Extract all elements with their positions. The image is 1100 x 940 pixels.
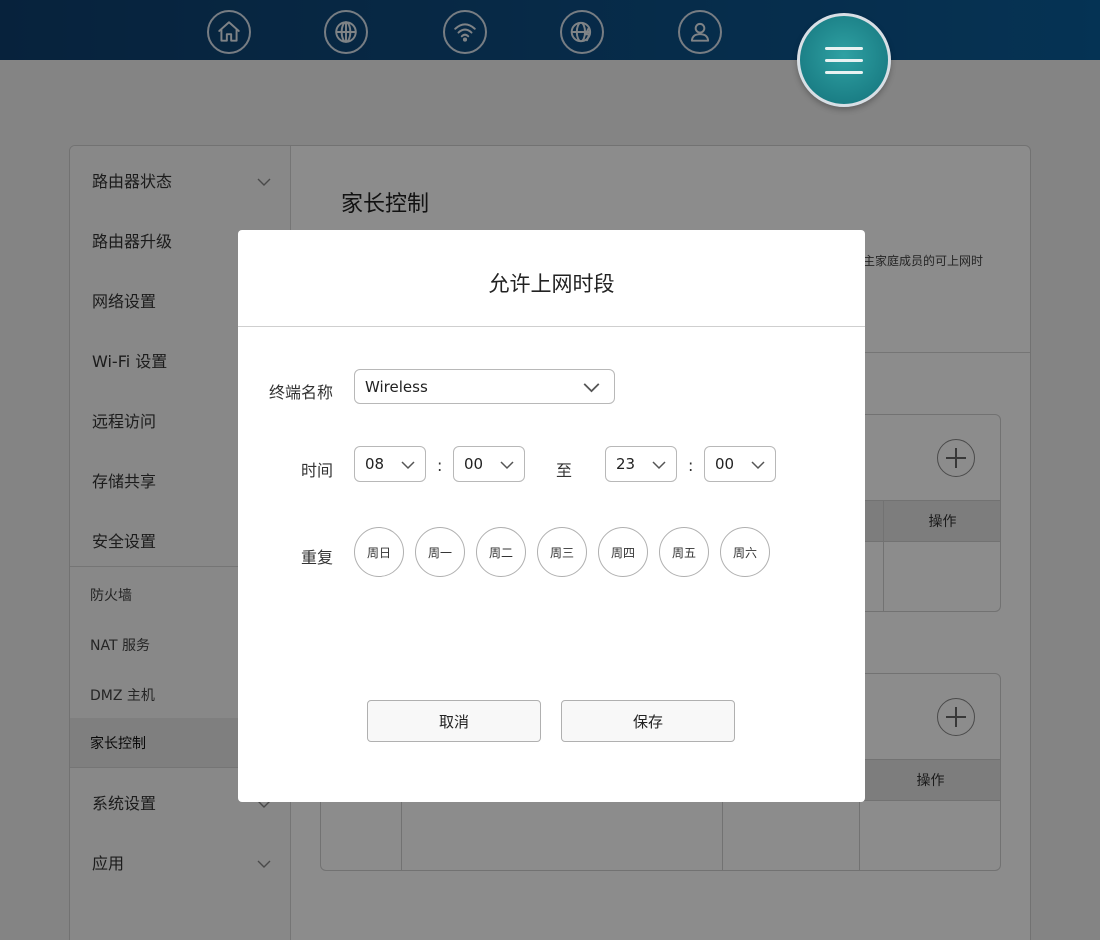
repeat-label: 重复	[300, 548, 333, 567]
cancel-button[interactable]: 取消	[367, 700, 541, 742]
day-toggle-sun[interactable]: 周日	[354, 527, 404, 577]
terminal-name-label: 终端名称	[268, 383, 333, 402]
day-toggle-tue[interactable]: 周二	[476, 527, 526, 577]
start-minute-select[interactable]: 00	[453, 446, 525, 482]
day-toggle-fri[interactable]: 周五	[659, 527, 709, 577]
chevron-down-icon	[583, 379, 600, 396]
time-separator: :	[437, 456, 443, 475]
divider	[238, 326, 865, 327]
allowed-time-dialog: 允许上网时段 终端名称 Wireless 时间 08 : 00 至 23 : 0…	[238, 230, 865, 802]
day-toggle-sat[interactable]: 周六	[720, 527, 770, 577]
time-separator: :	[688, 456, 694, 475]
save-button[interactable]: 保存	[561, 700, 735, 742]
day-toggle-thu[interactable]: 周四	[598, 527, 648, 577]
to-label: 至	[556, 461, 573, 480]
menu-button[interactable]	[797, 13, 891, 107]
terminal-name-select[interactable]: Wireless	[354, 369, 615, 404]
end-minute-select[interactable]: 00	[704, 446, 776, 482]
menu-icon	[825, 46, 863, 50]
day-toggle-wed[interactable]: 周三	[537, 527, 587, 577]
time-label: 时间	[300, 461, 333, 480]
end-hour-select[interactable]: 23	[605, 446, 677, 482]
dialog-title: 允许上网时段	[488, 272, 615, 296]
chevron-down-icon	[652, 458, 666, 472]
chevron-down-icon	[500, 458, 514, 472]
chevron-down-icon	[751, 458, 765, 472]
terminal-name-value: Wireless	[365, 377, 428, 396]
start-hour-select[interactable]: 08	[354, 446, 426, 482]
day-toggle-mon[interactable]: 周一	[415, 527, 465, 577]
chevron-down-icon	[401, 458, 415, 472]
